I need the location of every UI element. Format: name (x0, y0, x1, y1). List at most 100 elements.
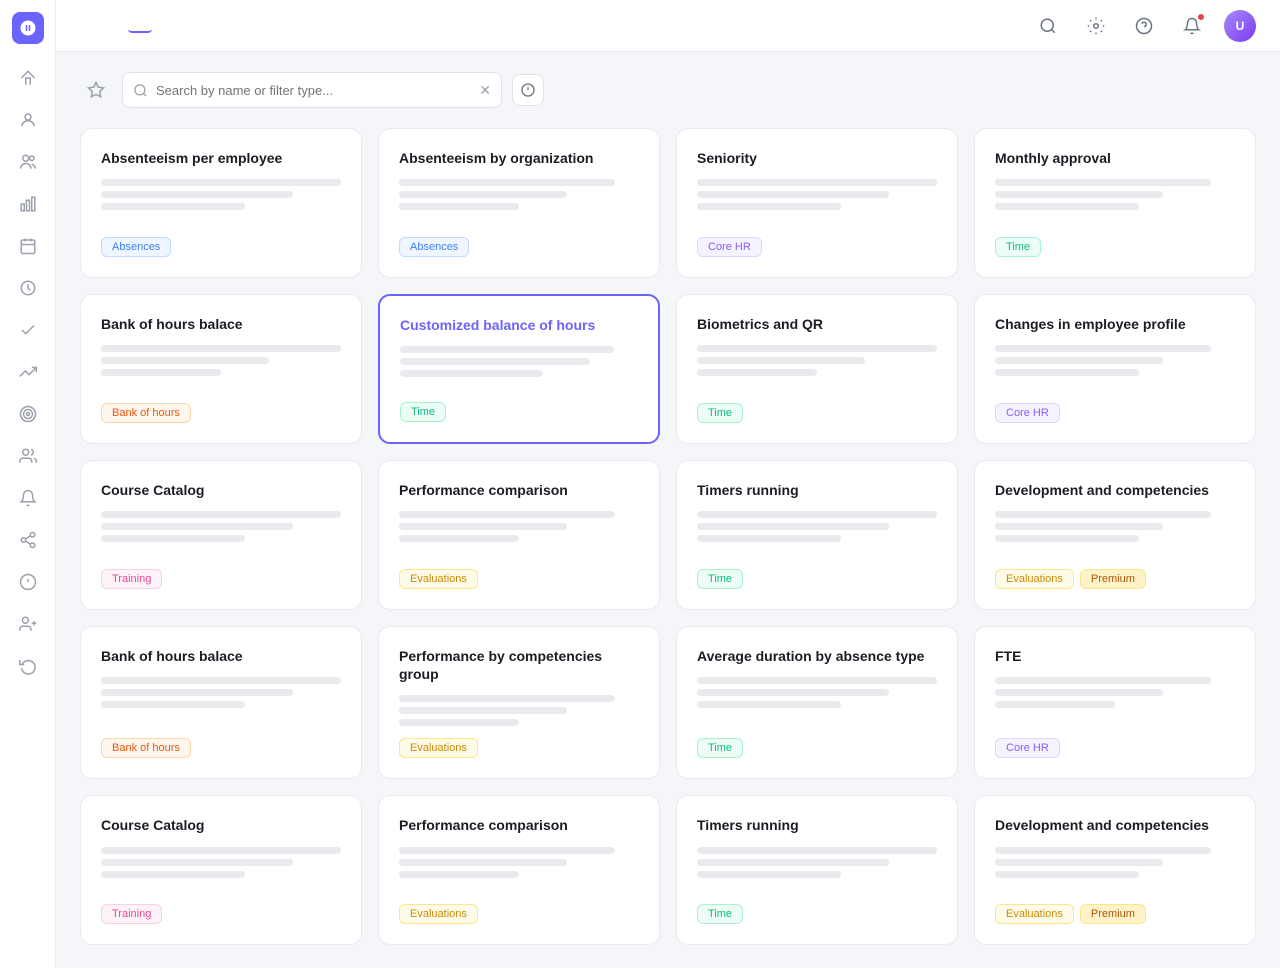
notification-badge (1197, 13, 1205, 21)
filter-button[interactable] (512, 74, 544, 106)
sidebar-item-history[interactable] (10, 648, 46, 684)
card-course-catalog[interactable]: Course CatalogTraining (80, 460, 362, 610)
card-absenteeism-per-employee[interactable]: Absenteeism per employeeAbsences (80, 128, 362, 278)
settings-icon-button[interactable] (1080, 10, 1112, 42)
card-line (995, 847, 1211, 854)
sidebar-item-target[interactable] (10, 396, 46, 432)
card-performance-comparison[interactable]: Performance comparisonEvaluations (378, 460, 660, 610)
card-timers-running-2[interactable]: Timers runningTime (676, 795, 958, 945)
card-tags: Bank of hours (101, 403, 341, 423)
card-tag-corehr[interactable]: Core HR (697, 237, 762, 257)
search-input[interactable] (156, 83, 471, 98)
card-line (399, 859, 567, 866)
sidebar-item-chart[interactable] (10, 186, 46, 222)
card-tag-absences[interactable]: Absences (101, 237, 171, 257)
card-tag-evaluations[interactable]: Evaluations (399, 738, 478, 758)
notification-icon-button[interactable] (1176, 10, 1208, 42)
card-line (101, 203, 245, 210)
sidebar-item-alert[interactable] (10, 564, 46, 600)
card-line (995, 523, 1163, 530)
card-tag-bankofhours[interactable]: Bank of hours (101, 738, 191, 758)
card-development-and-competencies[interactable]: Development and competenciesEvaluationsP… (974, 460, 1256, 610)
card-tag-training[interactable]: Training (101, 569, 162, 589)
search-clear-button[interactable]: ✕ (479, 82, 491, 99)
card-line (697, 191, 889, 198)
card-tag-premium[interactable]: Premium (1080, 904, 1146, 924)
card-line (995, 859, 1163, 866)
sidebar-item-person-add[interactable] (10, 606, 46, 642)
card-absenteeism-by-organization[interactable]: Absenteeism by organizationAbsences (378, 128, 660, 278)
card-tag-corehr[interactable]: Core HR (995, 738, 1060, 758)
card-tag-time[interactable]: Time (697, 403, 743, 423)
card-title: Monthly approval (995, 149, 1235, 167)
card-title: FTE (995, 647, 1235, 665)
card-performance-by-competencies-group[interactable]: Performance by competencies group Evaluat… (378, 626, 660, 779)
sidebar-item-calendar[interactable] (10, 228, 46, 264)
sidebar-item-trending[interactable] (10, 354, 46, 390)
card-line (399, 511, 615, 518)
card-performance-comparison-2[interactable]: Performance comparisonEvaluations (378, 795, 660, 945)
card-tag-evaluations[interactable]: Evaluations (995, 904, 1074, 924)
app-logo[interactable] (12, 12, 44, 44)
card-tag-time[interactable]: Time (697, 569, 743, 589)
sidebar-item-users[interactable] (10, 144, 46, 180)
card-monthly-approval[interactable]: Monthly approval Time (974, 128, 1256, 278)
sidebar-item-people[interactable] (10, 438, 46, 474)
card-customized-balance-of-hours[interactable]: Customized balance of hoursTime (378, 294, 660, 444)
card-tag-evaluations[interactable]: Evaluations (399, 904, 478, 924)
card-biometrics-and-qr[interactable]: Biometrics and QR Time (676, 294, 958, 444)
help-icon-button[interactable] (1128, 10, 1160, 42)
card-tag-evaluations[interactable]: Evaluations (995, 569, 1074, 589)
card-title: Performance by competencies group (399, 647, 639, 683)
card-tag-corehr[interactable]: Core HR (995, 403, 1060, 423)
card-fte[interactable]: FTE Core HR (974, 626, 1256, 779)
card-average-duration-by-absence-type[interactable]: Average duration by absence typeTime (676, 626, 958, 779)
card-tag-time[interactable]: Time (697, 904, 743, 924)
card-bank-of-hours-balance-2[interactable]: Bank of hours balaceBank of hours (80, 626, 362, 779)
card-lines (995, 345, 1235, 391)
card-line (399, 191, 567, 198)
search-bar: ✕ (80, 72, 1256, 108)
card-tag-premium[interactable]: Premium (1080, 569, 1146, 589)
card-timers-running[interactable]: Timers runningTime (676, 460, 958, 610)
sidebar-item-user[interactable] (10, 102, 46, 138)
card-title: Biometrics and QR (697, 315, 937, 333)
user-avatar[interactable]: U (1224, 10, 1256, 42)
card-line (101, 523, 293, 530)
tab-standard[interactable] (100, 19, 124, 33)
card-line (697, 369, 817, 376)
sidebar-item-home[interactable] (10, 60, 46, 96)
card-changes-in-employee-profile[interactable]: Changes in employee profileCore HR (974, 294, 1256, 444)
card-tag-time[interactable]: Time (995, 237, 1041, 257)
card-tag-bankofhours[interactable]: Bank of hours (101, 403, 191, 423)
sidebar-item-share[interactable] (10, 522, 46, 558)
card-tag-evaluations[interactable]: Evaluations (399, 569, 478, 589)
search-input-wrap[interactable]: ✕ (122, 72, 502, 108)
card-seniority[interactable]: Seniority Core HR (676, 128, 958, 278)
card-development-and-competencies-2[interactable]: Development and competenciesEvaluationsP… (974, 795, 1256, 945)
sidebar-item-bell[interactable] (10, 480, 46, 516)
card-lines (399, 695, 639, 726)
card-lines (697, 345, 937, 391)
card-tag-training[interactable]: Training (101, 904, 162, 924)
card-line (995, 191, 1163, 198)
sidebar-item-clock[interactable] (10, 270, 46, 306)
card-course-catalog-2[interactable]: Course CatalogTraining (80, 795, 362, 945)
card-title: Seniority (697, 149, 937, 167)
search-icon-button[interactable] (1032, 10, 1064, 42)
card-line (399, 847, 615, 854)
favorites-button[interactable] (80, 74, 112, 106)
card-tag-time[interactable]: Time (400, 402, 446, 422)
card-tag-time[interactable]: Time (697, 738, 743, 758)
card-tag-absences[interactable]: Absences (399, 237, 469, 257)
card-line (101, 859, 293, 866)
card-bank-of-hours-balance-1[interactable]: Bank of hours balaceBank of hours (80, 294, 362, 444)
card-line (399, 707, 567, 714)
cards-grid: Absenteeism per employeeAbsencesAbsentee… (80, 128, 1256, 945)
card-line (399, 719, 519, 726)
sidebar-item-check[interactable] (10, 312, 46, 348)
tab-premium[interactable] (128, 19, 152, 33)
card-line (697, 345, 937, 352)
card-line (101, 191, 293, 198)
card-line (400, 346, 614, 353)
